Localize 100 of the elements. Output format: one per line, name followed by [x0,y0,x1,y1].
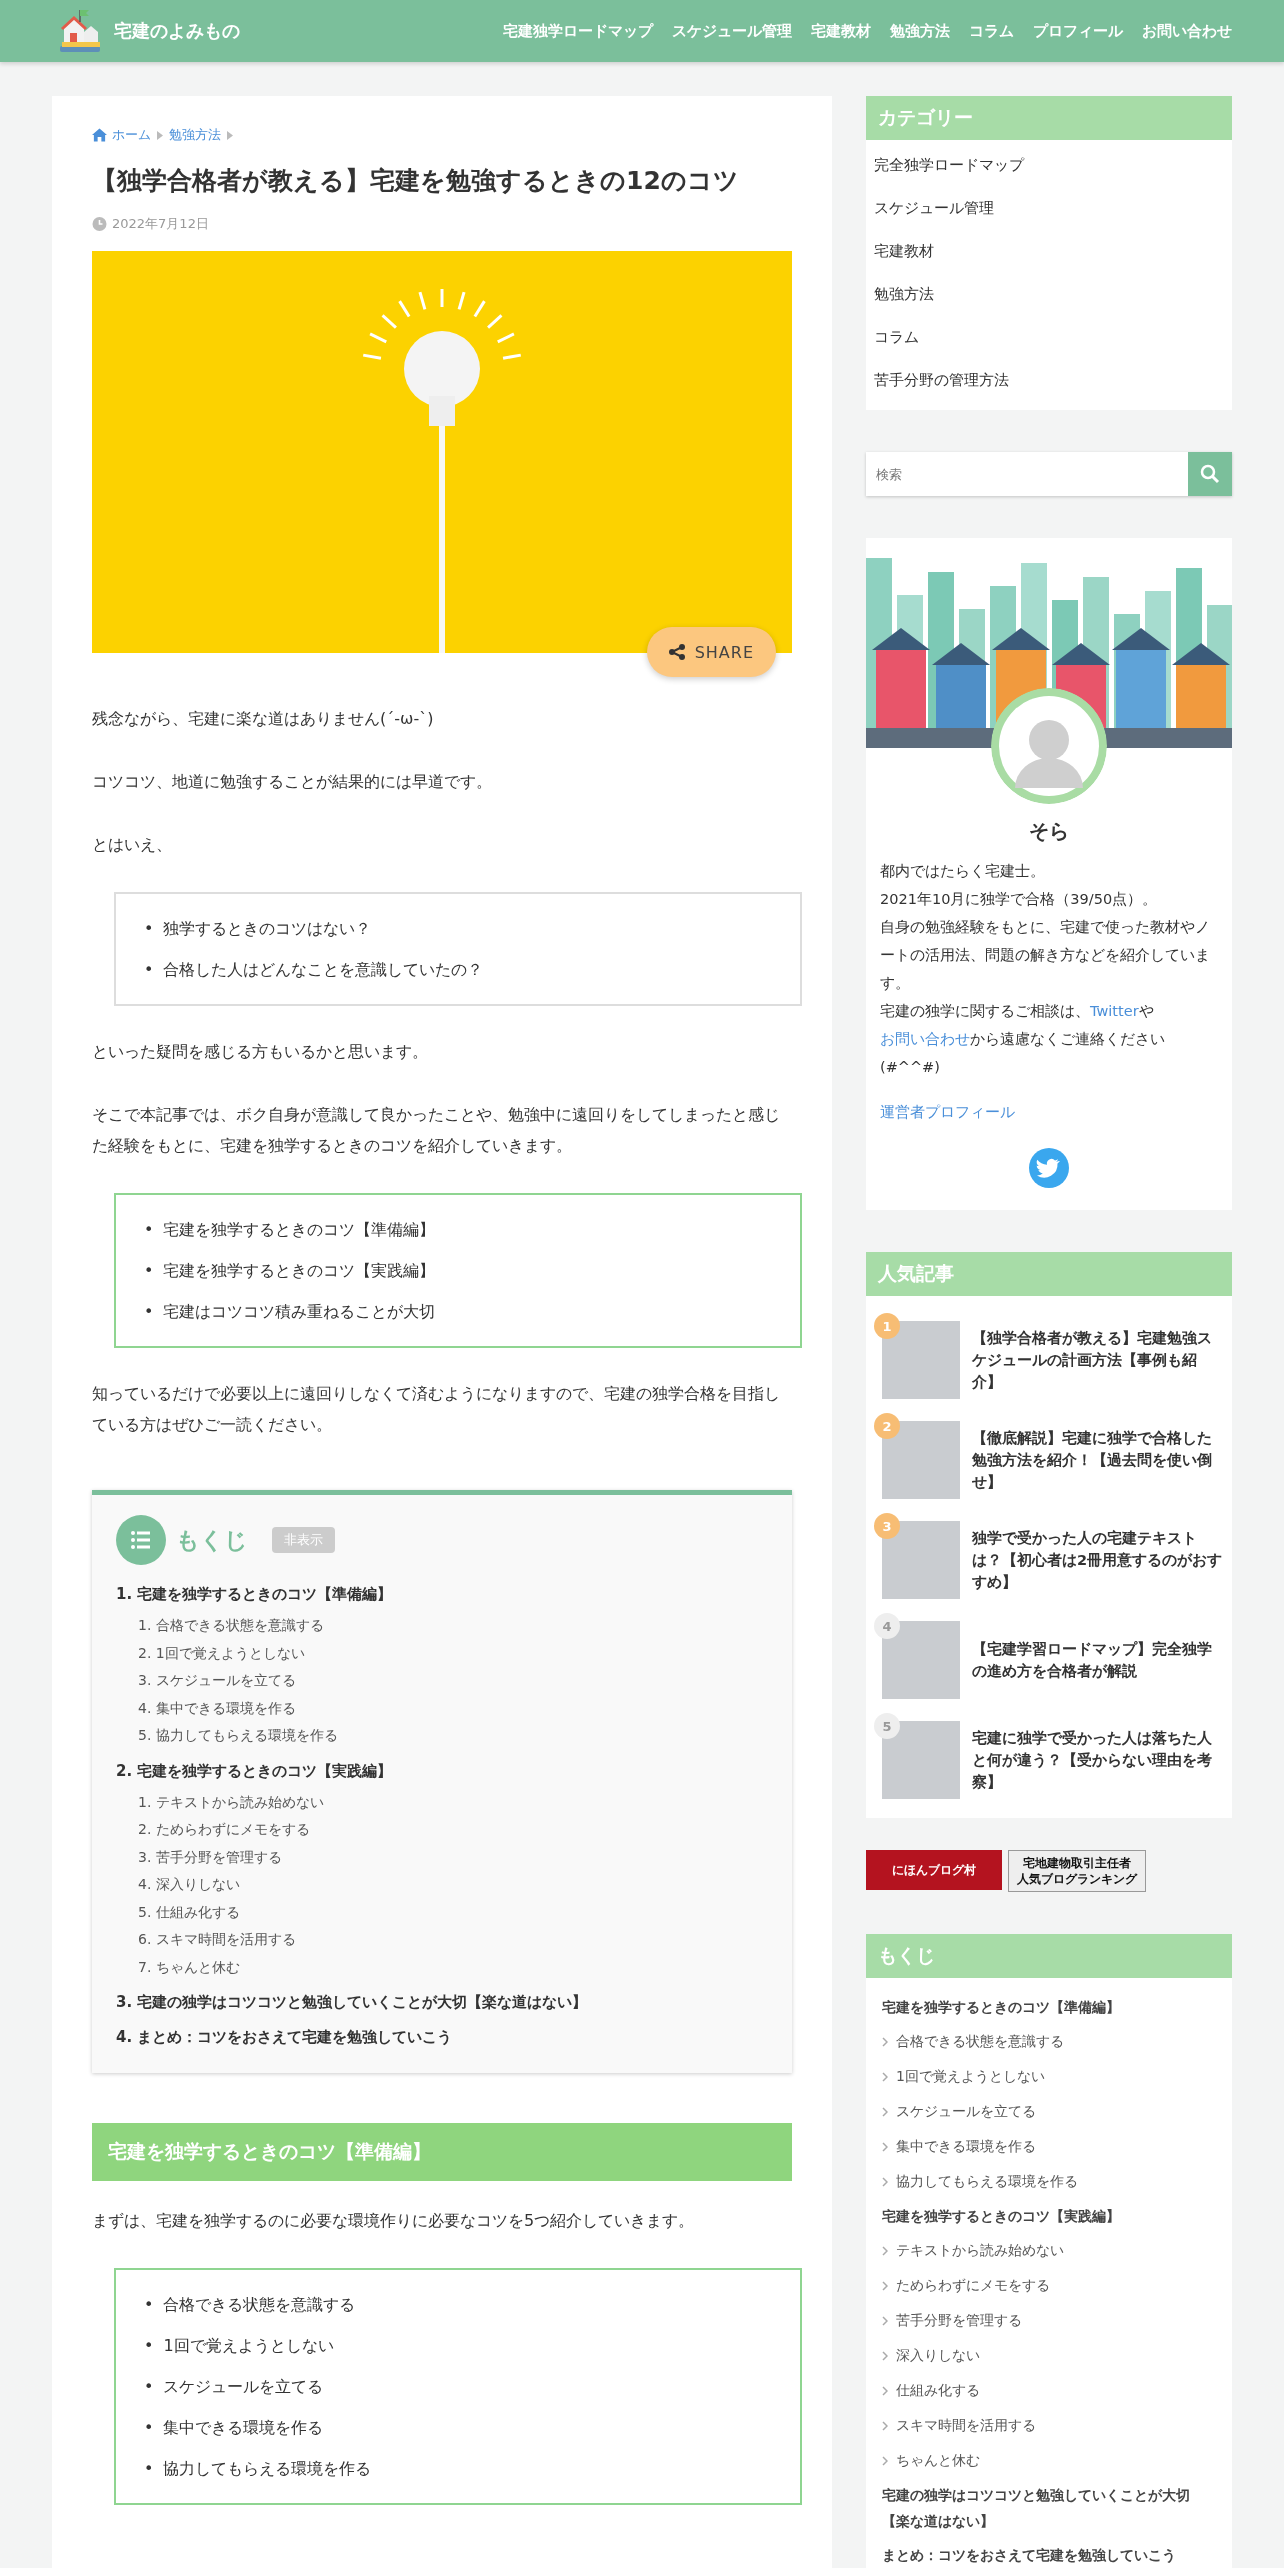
toc-link[interactable]: 苦手分野を管理する [882,2303,1216,2338]
chevron-icon [882,2315,888,2326]
rank-badge: 5 [874,1713,900,1739]
toc-link[interactable]: 4. まとめ：コツをおさえて宅建を勉強していこう [116,2024,768,2051]
toc-link[interactable]: 3. 宅建の独学はコツコツと勉強していくことが大切【楽な道はない】 [116,1989,768,2016]
chevron-icon [882,2455,888,2466]
ranking-banner[interactable]: 宅地建物取引主任者 人気ブログランキング [1008,1850,1146,1892]
popular-article-link[interactable]: 【宅建学習ロードマップ】完全独学の進め方を合格者が解説 4 [874,1610,1224,1710]
toc-link[interactable]: 仕組み化する [882,2373,1216,2408]
popular-article-link[interactable]: 独学で受かった人の宅建テキストは？【初心者は2冊用意するのがおすすめ】 3 [874,1510,1224,1610]
article-title: 宅建に独学で受かった人は落ちた人と何が違う？【受からない理由を考察】 [972,1729,1213,1792]
chevron-icon [882,2036,888,2047]
list-item: 独学するときのコツはない？ [163,917,372,940]
breadcrumb-link[interactable]: 勉強方法 [169,126,221,144]
chevron-icon [227,130,233,140]
toc-link[interactable]: テキストから読み始めない [882,2233,1216,2268]
popular-article-link[interactable]: 宅建に独学で受かった人は落ちた人と何が違う？【受からない理由を考察】 5 [874,1710,1224,1810]
toc-link[interactable]: 合格できる状態を意識する [882,2024,1216,2059]
rank-badge: 1 [874,1313,900,1339]
bio-text: 宅建の独学に関するご相談は、Twitterや お問い合わせから遠慮なくご連絡ください(#^^#) [879,1002,1166,1077]
category-link[interactable]: コラム [866,316,1232,359]
list-item: 1回で覚えようとしない [163,2334,334,2357]
toc-link[interactable]: 宅建を独学するときのコツ【準備編】 [882,1990,1216,2024]
toc-link[interactable]: ちゃんと休む [882,2443,1216,2478]
toc-link[interactable]: 1. テキストから読み始めない [116,1788,768,1816]
toc-link[interactable]: 4. 集中できる環境を作る [116,1694,768,1722]
paragraph: コツコツ、地道に勉強することが結果的には早道です。 [92,771,493,793]
widget-title: 人気記事 [866,1252,1232,1296]
category-link[interactable]: 宅建教材 [866,230,1232,273]
search-button[interactable] [1188,452,1232,496]
article-title: 独学で受かった人の宅建テキストは？【初心者は2冊用意するのがおすすめ】 [972,1529,1224,1592]
list-icon [116,1515,166,1565]
chevron-icon [157,130,163,140]
chevron-icon [882,2280,888,2291]
rank-badge: 4 [874,1613,900,1639]
toc-link[interactable]: 1. 宅建を独学するときのコツ【準備編】 [116,1581,768,1608]
toc-link[interactable]: 2. ためらわずにメモをする [116,1816,768,1844]
chevron-icon [882,2141,888,2152]
profile-link[interactable]: 運営者プロフィール [880,1103,1015,1122]
list-bullet: • [144,1259,154,1282]
popular-article-link[interactable]: 【独学合格者が教える】宅建勉強スケジュールの計画方法【事例も紹介】 1 [874,1310,1224,1410]
toc-link[interactable]: 4. 深入りしない [116,1871,768,1899]
house-logo-icon [58,8,102,54]
toc-link[interactable]: 3. スケジュールを立てる [116,1667,768,1695]
share-button[interactable]: SHARE [646,627,776,677]
rank-badge: 3 [874,1513,900,1539]
toc-link[interactable]: スケジュールを立てる [882,2094,1216,2129]
bio-text: 2021年10月に独学で合格（39/50点）。 [879,890,1159,909]
list-item: 宅建を独学するときのコツ【準備編】 [163,1218,436,1241]
paragraph: まずは、宅建を独学するのに必要な環境作りに必要なコツを5つ紹介していきます。 [92,2210,696,2232]
toc-link[interactable]: 5. 協力してもらえる環境を作る [116,1722,768,1750]
avatar-icon [991,688,1107,804]
toc-link[interactable]: 深入りしない [882,2338,1216,2373]
chevron-icon [882,2176,888,2187]
search-field[interactable]: 検索 [866,452,1188,496]
list-item: 宅建はコツコツ積み重ねることが大切 [163,1300,436,1323]
category-link[interactable]: 苦手分野の管理方法 [866,359,1232,402]
category-link[interactable]: 完全独学ロードマップ [866,144,1232,187]
toc-link[interactable]: 宅建の独学はコツコツと勉強していくことが大切【楽な道はない】 [882,2478,1216,2538]
toc-link[interactable]: 宅建を独学するときのコツ【実践編】 [882,2199,1216,2233]
list-bullet: • [144,917,154,940]
toc-link[interactable]: 5. 仕組み化する [116,1898,768,1926]
toc-link[interactable]: ためらわずにメモをする [882,2268,1216,2303]
toc-link[interactable]: 協力してもらえる環境を作る [882,2164,1216,2199]
post-date: 2022年7月12日 [112,215,209,233]
ranking-banner[interactable]: にほんブログ村 [866,1850,1002,1890]
paragraph: そこで本記事では、ボク自身が意識して良かったことや、勉強中に遠回りをしてしまったと感じた経験をもとに、宅建を独学するときのコツを紹介していきます。 [92,1104,781,1157]
chevron-icon [882,2350,888,2361]
category-link[interactable]: 勉強方法 [866,273,1232,316]
category-link[interactable]: スケジュール管理 [866,187,1232,230]
toc-link[interactable]: 7. ちゃんと休む [116,1953,768,1981]
list-bullet: • [144,958,154,981]
list-bullet: • [144,1218,154,1241]
list-bullet: • [144,2293,154,2316]
paragraph: 知っているだけで必要以上に遠回りしなくて済むようになりますので、宅建の独学合格を目指している方はぜひご一読ください。 [92,1383,781,1436]
search-icon [1200,464,1220,484]
list-item: スケジュールを立てる [163,2375,324,2398]
list-bullet: • [144,2375,154,2398]
toc-link[interactable]: まとめ：コツをおさえて宅建を勉強していこう [882,2538,1216,2568]
twitter-bird-icon [1029,1148,1069,1188]
rank-badge: 2 [874,1413,900,1439]
toc-link[interactable]: 6. スキマ時間を活用する [116,1926,768,1954]
toc-link[interactable]: 集中できる環境を作る [882,2129,1216,2164]
popular-article-link[interactable]: 【徹底解説】宅建に独学で合格した勉強方法を紹介！【過去問を使い倒せ】 2 [874,1410,1224,1510]
breadcrumb-link[interactable]: ホーム [92,126,151,144]
bio-text: 自身の勉強経験をもとに、宅建で使った教材やノートの活用法、問題の解き方などを紹介しています。 [879,918,1211,993]
list-item: 合格できる状態を意識する [163,2293,356,2316]
chevron-icon [882,2071,888,2082]
list-item: 集中できる環境を作る [163,2416,324,2439]
bio-link[interactable]: お問い合わせ [880,1031,970,1047]
toc-link[interactable]: 1. 合格できる状態を意識する [116,1612,768,1640]
profile-name: そら [1028,818,1070,845]
chevron-icon [882,2245,888,2256]
widget-title: もくじ [866,1934,1232,1978]
toc-link[interactable]: 2. 宅建を独学するときのコツ【実践編】 [116,1757,768,1785]
toc-link[interactable]: 3. 苦手分野を管理する [116,1843,768,1871]
toc-link[interactable]: 2. 1回で覚えようとしない [116,1639,768,1667]
toc-link[interactable]: 1回で覚えようとしない [882,2059,1216,2094]
bio-text: 都内ではたらく宅建士。 [879,862,1046,881]
toc-link[interactable]: スキマ時間を活用する [882,2408,1216,2443]
